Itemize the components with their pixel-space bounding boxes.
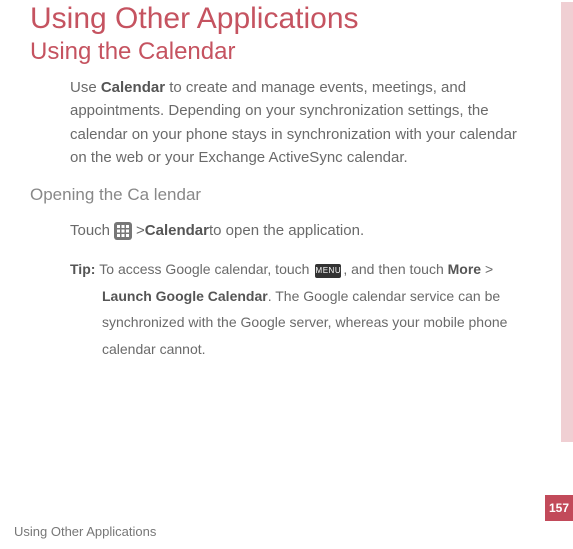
touch-gt: > — [136, 219, 145, 242]
tip-text-3: > — [481, 261, 493, 277]
tip-text-1: To access Google calendar, touch — [99, 261, 313, 277]
intro-text-1: Use — [70, 79, 101, 96]
tip-text-2: , and then touch — [343, 261, 447, 277]
footer-text: Using Other Applications — [14, 524, 156, 539]
app-grid-icon — [114, 222, 132, 240]
heading-3: Opening the Ca lendar — [30, 185, 543, 205]
intro-bold-calendar: Calendar — [101, 79, 165, 96]
page-content: Using Other Applications Using the Calen… — [0, 2, 573, 363]
heading-2: Using the Calendar — [30, 38, 543, 66]
heading-1: Using Other Applications — [30, 2, 543, 36]
touch-text-1: Touch — [70, 219, 110, 242]
touch-bold-calendar: Calendar — [145, 219, 209, 242]
touch-instruction: Touch > Calendar to open the application… — [70, 219, 543, 242]
menu-icon: MENU — [315, 264, 341, 278]
touch-text-2: to open the application. — [209, 219, 364, 242]
page-number-tab: 157 — [545, 495, 573, 521]
side-stripe — [561, 2, 573, 442]
tip-block: Tip: To access Google calendar, touch ME… — [70, 256, 523, 362]
tip-label: Tip: — [70, 261, 99, 277]
intro-paragraph: Use Calendar to create and manage events… — [70, 76, 523, 169]
tip-bold-more: More — [448, 261, 481, 277]
tip-bold-launch: Launch Google Calendar — [102, 288, 268, 304]
